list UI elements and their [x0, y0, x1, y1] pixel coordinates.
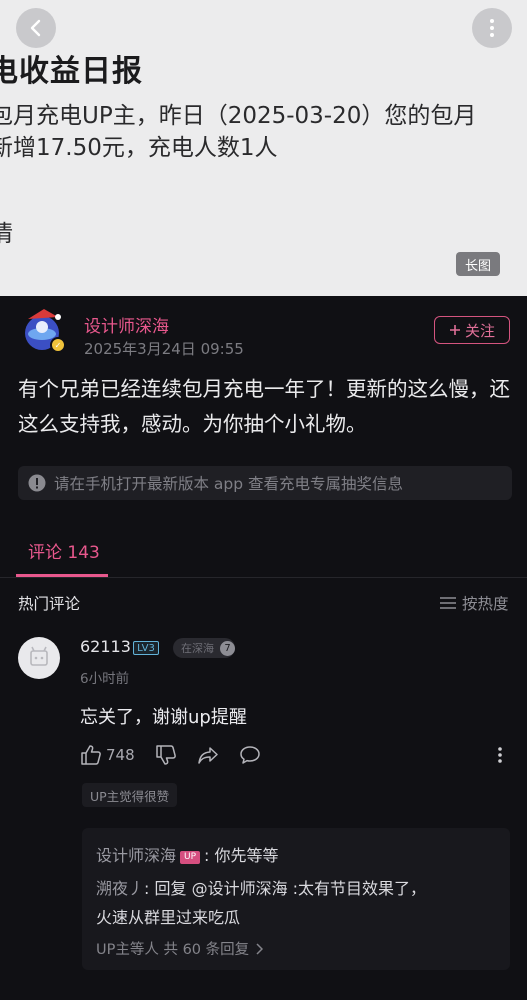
more-options-button[interactable]: [472, 8, 512, 48]
comment-time: 6小时前: [80, 671, 130, 687]
tab-comments[interactable]: 评论 143: [28, 538, 100, 563]
author-name[interactable]: 设计师深海: [84, 312, 169, 337]
share-button[interactable]: [197, 744, 219, 766]
lottery-notice[interactable]: 请在手机打开最新版本 app 查看充电专属抽奖信息: [18, 466, 512, 500]
notification-line-1: 包月充电UP主，昨日（2025-03-20）您的包月: [0, 103, 477, 129]
up-liked-badge: UP主觉得很赞: [82, 783, 178, 807]
reply-button[interactable]: [239, 744, 261, 766]
reply-author[interactable]: 溯夜丿: [96, 879, 144, 898]
reply-text-continued: 火速从群里过来吃瓜: [96, 908, 241, 927]
notice-text: 请在手机打开最新版本 app 查看充电专属抽奖信息: [54, 475, 404, 493]
hot-comments-heading: 热门评论: [18, 595, 81, 613]
dislike-button[interactable]: [155, 744, 177, 766]
post-time: 2025年3月24日 09:55: [84, 340, 244, 358]
reply-item: 设计师深海 UP: 你先等等: [96, 842, 279, 866]
notification-details-link[interactable]: 情: [0, 214, 13, 248]
chevron-left-icon: [30, 19, 41, 37]
fan-badge-label: 在深海: [181, 642, 214, 655]
reply-item: 溯夜丿: 回复 @设计师深海 :太有节目效果了，: [96, 875, 426, 899]
menu-icon: [440, 597, 456, 609]
more-vertical-icon: [490, 19, 494, 37]
view-all-replies-link[interactable]: UP主等人 共 60 条回复: [96, 938, 264, 959]
reply-text: : 你先等等: [204, 846, 279, 865]
chevron-right-icon: [256, 942, 264, 955]
comment-icon: [239, 746, 260, 764]
thumbs-down-icon: [155, 745, 176, 765]
fan-badge-level: 7: [220, 640, 235, 656]
post-body: 有个兄弟已经连续包月充电一年了！更新的这么慢，还这么支持我，感动。为你抽个小礼物…: [18, 377, 510, 436]
comment-actions: 748: [80, 741, 281, 769]
info-icon: [28, 474, 46, 492]
follow-label: 关注: [464, 321, 495, 340]
divider: [0, 577, 527, 578]
long-image-tag: 长图: [456, 252, 500, 276]
share-icon: [197, 747, 218, 764]
follow-button[interactable]: 关注: [434, 316, 510, 344]
level-badge: LV3: [133, 641, 159, 655]
svg-text:✓: ✓: [55, 341, 62, 350]
fan-badge: 在深海 7: [173, 638, 235, 658]
reply-author[interactable]: 设计师深海: [96, 846, 176, 865]
reply-text: : 回复 @设计师深海 :太有节目效果了，: [144, 879, 427, 898]
author-avatar[interactable]: ✓: [20, 307, 68, 355]
sort-button[interactable]: 按热度: [440, 592, 509, 614]
comment-more-button[interactable]: [490, 742, 510, 768]
comment-text: 忘关了，谢谢up提醒: [80, 707, 247, 728]
notification-card: 电收益日报 包月充电UP主，昨日（2025-03-20）您的包月 新增17.50…: [0, 0, 527, 296]
more-vertical-icon: [498, 747, 502, 763]
plus-icon: [449, 325, 460, 335]
notification-line-2: 新增17.50元，充电人数1人: [0, 135, 278, 161]
sort-label: 按热度: [462, 595, 509, 613]
thumbs-up-icon: [81, 745, 101, 765]
commenter-name[interactable]: 62113: [80, 637, 131, 656]
up-tag: UP: [180, 851, 201, 864]
like-count: 748: [106, 746, 135, 764]
commenter-avatar[interactable]: [18, 637, 60, 679]
back-button[interactable]: [16, 8, 56, 48]
replies-preview[interactable]: 设计师深海 UP: 你先等等 溯夜丿: 回复 @设计师深海 :太有节目效果了， 火…: [82, 828, 510, 970]
like-button[interactable]: 748: [80, 744, 135, 766]
notification-title: 电收益日报: [0, 54, 143, 89]
reply-summary-text: UP主等人 共 60 条回复: [96, 942, 250, 958]
